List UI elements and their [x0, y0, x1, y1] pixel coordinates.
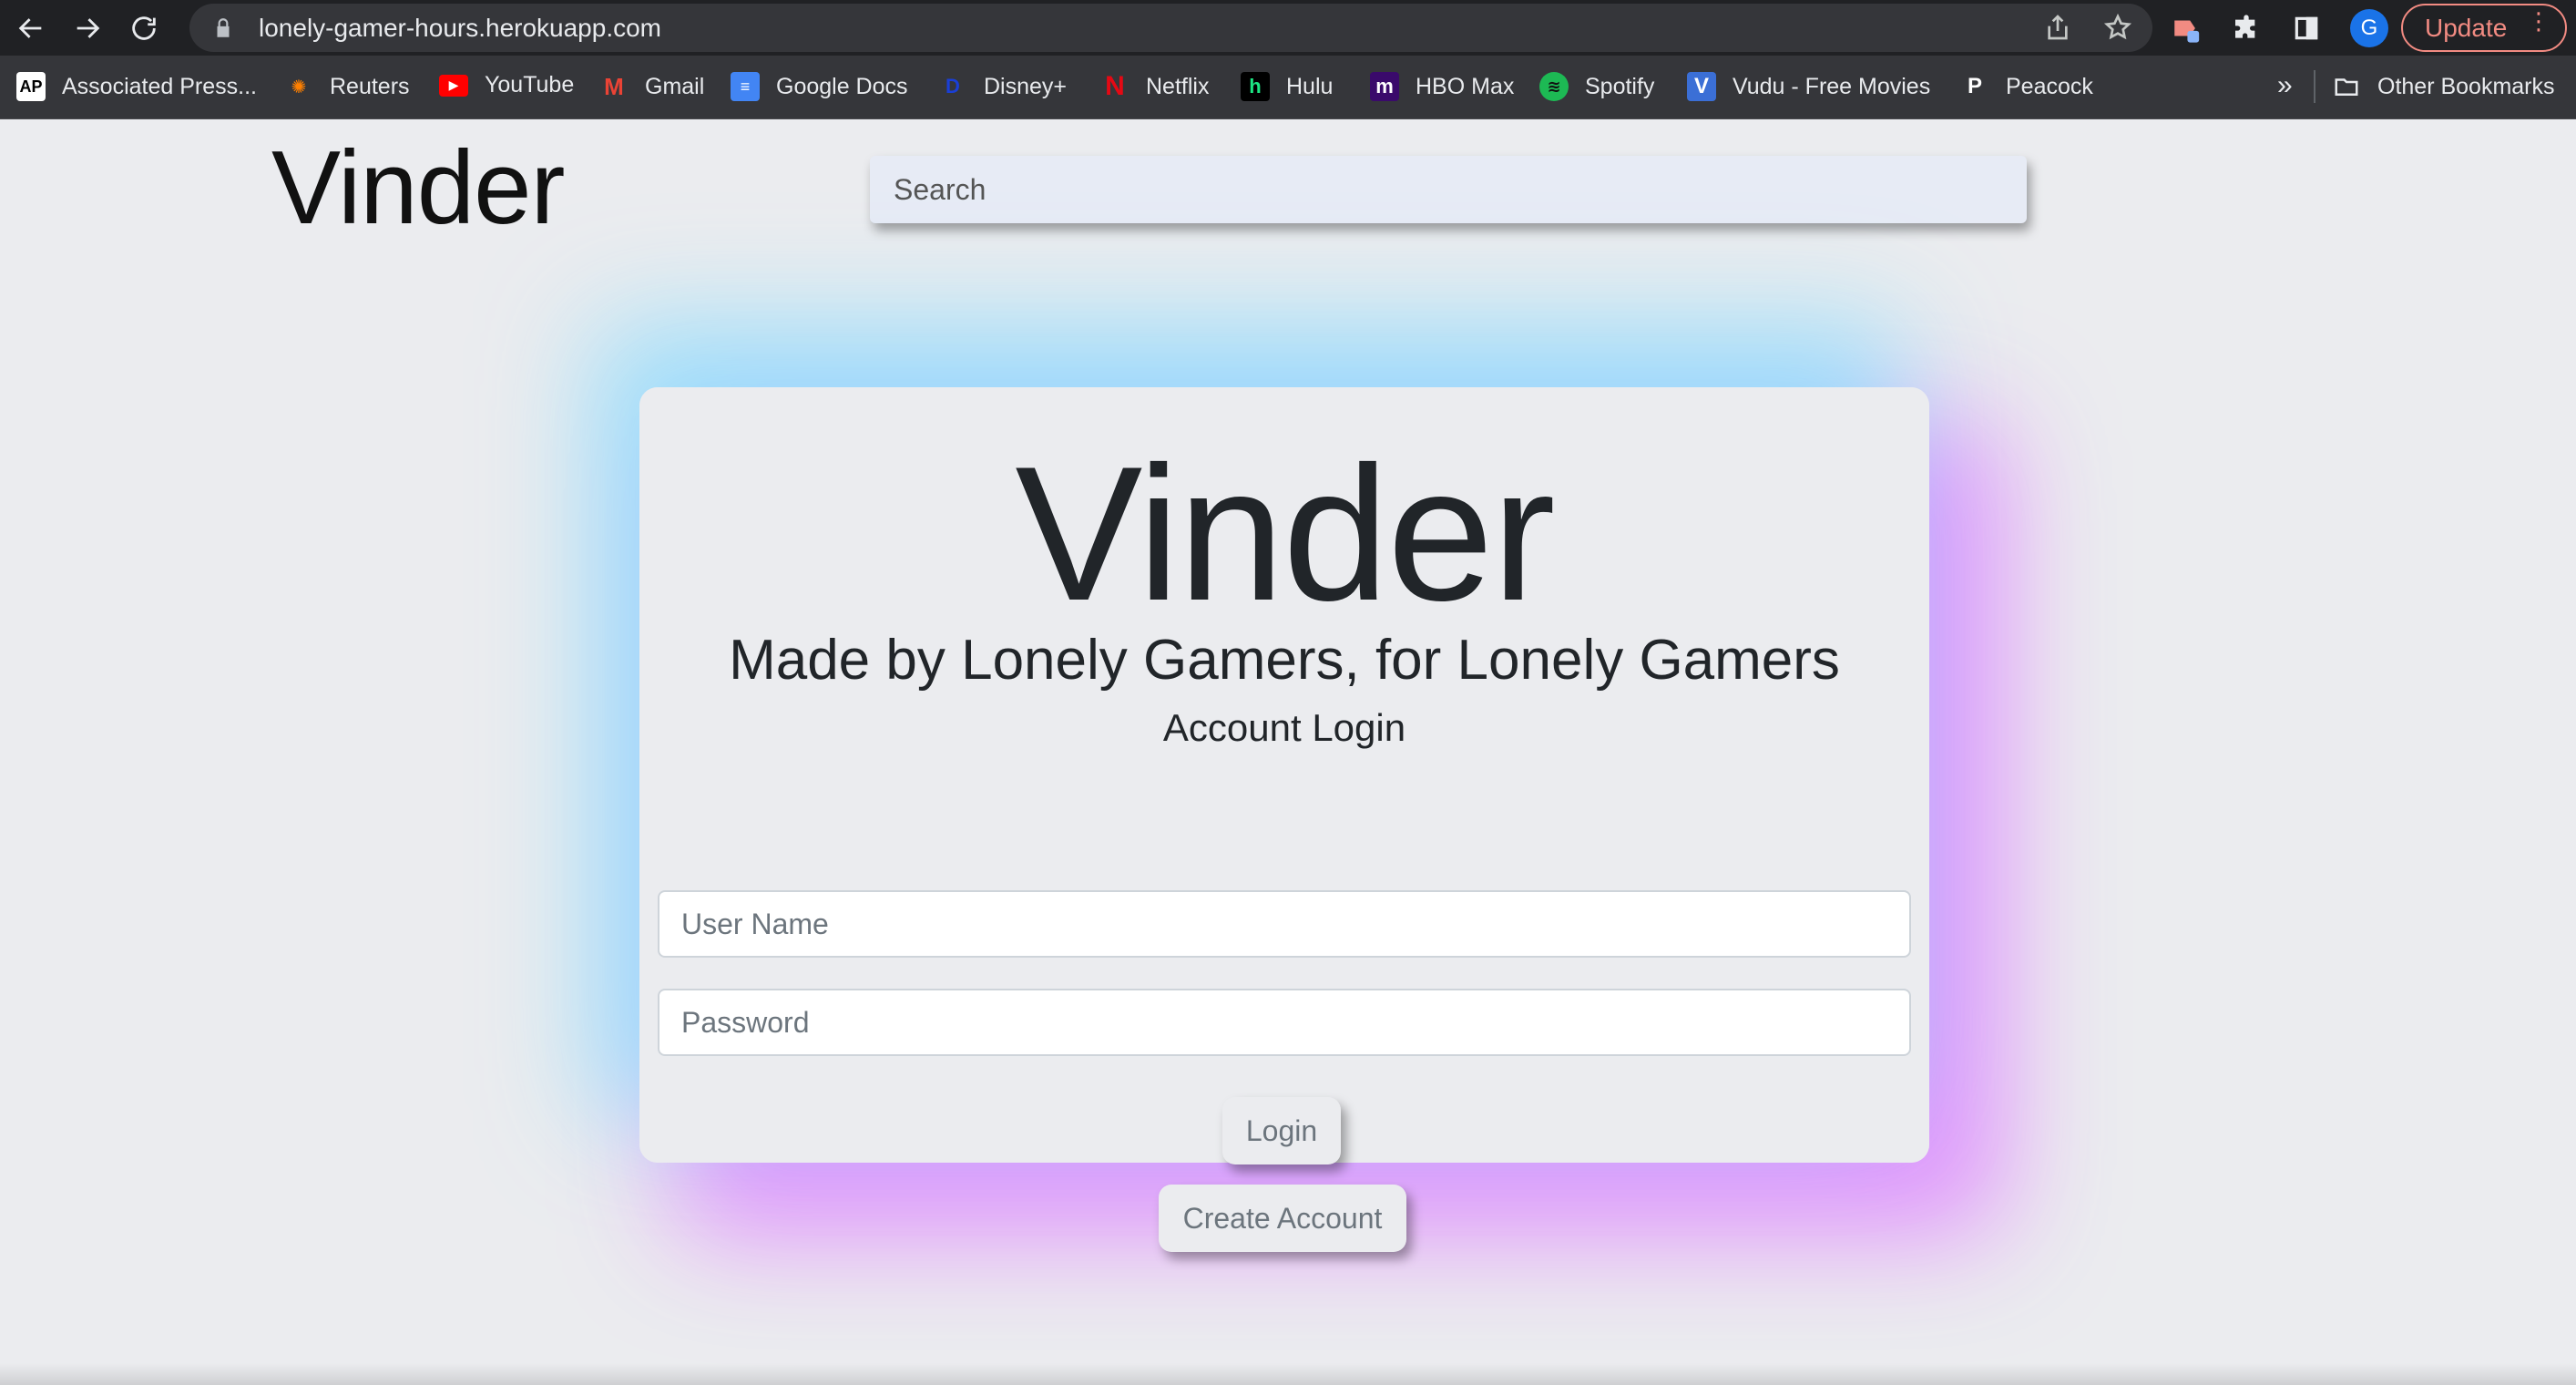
bookmark-google-docs[interactable]: ≡ Google Docs — [731, 72, 908, 101]
bookmark-hulu[interactable]: h Hulu — [1241, 72, 1333, 101]
bookmark-label: Reuters — [330, 73, 410, 99]
bookmarks-bar: AP Associated Press... ✺ Reuters ▶ YouTu… — [0, 56, 2576, 119]
card-subtitle: Made by Lonely Gamers, for Lonely Gamers — [729, 629, 1840, 692]
forward-icon[interactable] — [62, 3, 113, 54]
bookmark-disney[interactable]: D Disney+ — [938, 72, 1067, 101]
login-button[interactable]: Login — [1222, 1097, 1341, 1164]
update-button[interactable]: Update ⋮ — [2401, 4, 2567, 52]
spotify-icon: ≋ — [1539, 72, 1569, 101]
bookmark-label: Peacock — [2006, 73, 2093, 99]
login-card: Vinder Made by Lonely Gamers, for Lonely… — [639, 387, 1929, 1252]
bookmark-gmail[interactable]: M Gmail — [599, 72, 704, 101]
bookmark-associated-press[interactable]: AP Associated Press... — [16, 72, 257, 101]
side-panel-icon[interactable] — [2290, 12, 2323, 45]
hulu-icon: h — [1241, 72, 1270, 101]
username-field[interactable] — [658, 890, 1911, 958]
bookmarks-divider — [2314, 70, 2315, 103]
vudu-icon: V — [1687, 72, 1716, 101]
web-page: Vinder Vinder Made by Lonely Gamers, for… — [0, 119, 2576, 1385]
menu-dots-icon[interactable]: ⋮ — [2527, 9, 2550, 33]
bookmark-label: Hulu — [1286, 73, 1334, 99]
bookmark-peacock[interactable]: P Peacock — [1960, 72, 2093, 101]
folder-icon — [2332, 72, 2361, 101]
bookmark-vudu[interactable]: V Vudu - Free Movies — [1687, 72, 1930, 101]
site-brand[interactable]: Vinder — [271, 128, 565, 248]
more-bookmarks-chevron-icon[interactable]: » — [2277, 70, 2293, 101]
bookmark-label: YouTube — [485, 72, 575, 97]
browser-toolbar: lonely-gamer-hours.herokuapp.com G Updat… — [0, 0, 2576, 56]
bookmark-label: Associated Press... — [62, 73, 257, 99]
bookmark-label: Gmail — [645, 73, 705, 99]
lock-icon — [211, 16, 235, 40]
bookmark-label: Disney+ — [984, 73, 1068, 99]
netflix-icon: N — [1105, 71, 1125, 101]
create-account-button[interactable]: Create Account — [1159, 1185, 1406, 1252]
bookmark-hbo-max[interactable]: m HBO Max — [1370, 72, 1514, 101]
bookmark-label: Google Docs — [776, 73, 908, 99]
star-icon[interactable] — [2103, 13, 2132, 42]
account-login-heading: Account Login — [1162, 706, 1406, 749]
gmail-icon: M — [604, 72, 624, 100]
bookmark-reuters[interactable]: ✺ Reuters — [284, 72, 410, 101]
update-label: Update — [2425, 13, 2508, 42]
ap-icon: AP — [16, 72, 46, 101]
profile-avatar[interactable]: G — [2350, 9, 2388, 47]
bottom-shadow — [0, 1363, 2576, 1385]
other-bookmarks-folder[interactable]: Other Bookmarks — [2332, 72, 2555, 101]
bookmark-youtube[interactable]: ▶ YouTube — [439, 72, 574, 98]
card-title: Vinder — [1015, 426, 1555, 641]
password-field[interactable] — [658, 989, 1911, 1056]
other-bookmarks-label: Other Bookmarks — [2377, 73, 2555, 99]
bookmark-label: Vudu - Free Movies — [1733, 73, 1931, 99]
url-text: lonely-gamer-hours.herokuapp.com — [259, 13, 661, 42]
youtube-icon: ▶ — [439, 74, 468, 97]
reuters-icon: ✺ — [291, 77, 307, 97]
puzzle-icon[interactable] — [2230, 12, 2263, 45]
search-input[interactable] — [870, 156, 2027, 223]
share-icon[interactable] — [2043, 13, 2072, 42]
bookmark-label: HBO Max — [1416, 73, 1515, 99]
bookmark-label: Netflix — [1146, 73, 1210, 99]
bookmark-spotify[interactable]: ≋ Spotify — [1539, 72, 1654, 101]
reload-icon[interactable] — [118, 3, 169, 54]
bookmark-label: Spotify — [1585, 73, 1655, 99]
back-icon[interactable] — [5, 3, 56, 54]
address-bar[interactable]: lonely-gamer-hours.herokuapp.com — [189, 4, 2152, 52]
extension-badge-icon[interactable] — [2170, 12, 2203, 45]
hbo-max-icon: m — [1370, 72, 1399, 101]
bookmark-netflix[interactable]: N Netflix — [1100, 71, 1210, 101]
disney-icon: D — [946, 75, 960, 97]
peacock-icon: P — [1967, 74, 1982, 98]
docs-icon: ≡ — [731, 72, 760, 101]
